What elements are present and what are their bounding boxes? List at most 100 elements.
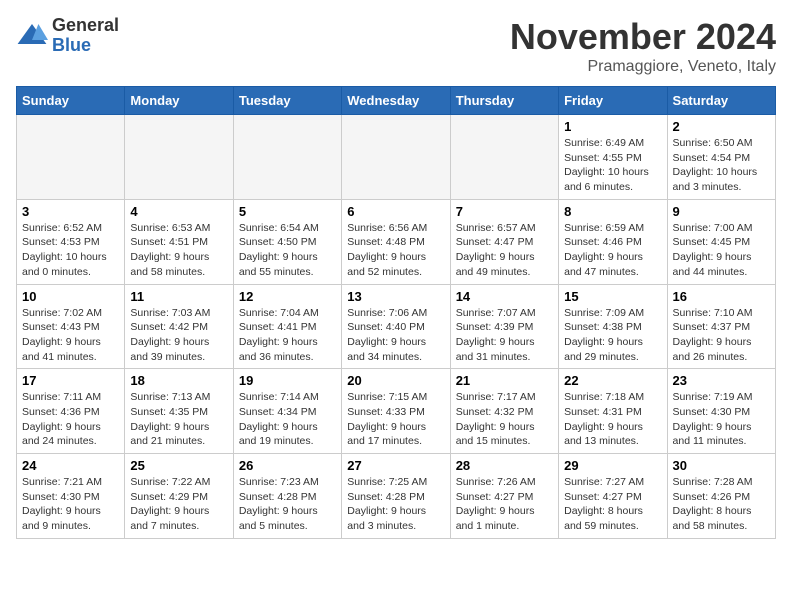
day-info: Sunrise: 6:52 AM Sunset: 4:53 PM Dayligh… xyxy=(22,221,119,280)
calendar-cell xyxy=(17,115,125,200)
day-info: Sunrise: 6:49 AM Sunset: 4:55 PM Dayligh… xyxy=(564,136,661,195)
day-info: Sunrise: 7:04 AM Sunset: 4:41 PM Dayligh… xyxy=(239,306,336,365)
calendar-cell xyxy=(342,115,450,200)
calendar-week-3: 10 Sunrise: 7:02 AM Sunset: 4:43 PM Dayli… xyxy=(17,284,776,369)
day-number: 12 xyxy=(239,289,336,304)
day-number: 20 xyxy=(347,373,444,388)
day-number: 11 xyxy=(130,289,227,304)
day-number: 6 xyxy=(347,204,444,219)
day-number: 18 xyxy=(130,373,227,388)
day-number: 30 xyxy=(673,458,770,473)
calendar-cell: 18 Sunrise: 7:13 AM Sunset: 4:35 PM Dayli… xyxy=(125,369,233,454)
day-info: Sunrise: 6:56 AM Sunset: 4:48 PM Dayligh… xyxy=(347,221,444,280)
calendar-cell: 17 Sunrise: 7:11 AM Sunset: 4:36 PM Dayli… xyxy=(17,369,125,454)
day-number: 16 xyxy=(673,289,770,304)
calendar-cell: 2Sunrise: 6:50 AM Sunset: 4:54 PM Daylig… xyxy=(667,115,775,200)
day-number: 24 xyxy=(22,458,119,473)
calendar-cell: 10 Sunrise: 7:02 AM Sunset: 4:43 PM Dayli… xyxy=(17,284,125,369)
calendar-cell: 11 Sunrise: 7:03 AM Sunset: 4:42 PM Dayli… xyxy=(125,284,233,369)
day-info: Sunrise: 7:18 AM Sunset: 4:31 PM Dayligh… xyxy=(564,390,661,449)
day-number: 29 xyxy=(564,458,661,473)
day-info: Sunrise: 7:21 AM Sunset: 4:30 PM Dayligh… xyxy=(22,475,119,534)
day-info: Sunrise: 7:07 AM Sunset: 4:39 PM Dayligh… xyxy=(456,306,553,365)
day-number: 27 xyxy=(347,458,444,473)
location-subtitle: Pramaggiore, Veneto, Italy xyxy=(510,58,776,76)
weekday-header-saturday: Saturday xyxy=(667,87,775,115)
day-info: Sunrise: 7:03 AM Sunset: 4:42 PM Dayligh… xyxy=(130,306,227,365)
calendar-cell: 25 Sunrise: 7:22 AM Sunset: 4:29 PM Dayli… xyxy=(125,454,233,539)
calendar-cell: 27 Sunrise: 7:25 AM Sunset: 4:28 PM Dayli… xyxy=(342,454,450,539)
calendar-cell: 20 Sunrise: 7:15 AM Sunset: 4:33 PM Dayli… xyxy=(342,369,450,454)
day-number: 15 xyxy=(564,289,661,304)
calendar-week-4: 17 Sunrise: 7:11 AM Sunset: 4:36 PM Dayli… xyxy=(17,369,776,454)
day-info: Sunrise: 7:09 AM Sunset: 4:38 PM Dayligh… xyxy=(564,306,661,365)
weekday-header-monday: Monday xyxy=(125,87,233,115)
calendar-week-1: 1 Sunrise: 6:49 AM Sunset: 4:55 PM Daylig… xyxy=(17,115,776,200)
calendar-cell: 22Sunrise: 7:18 AM Sunset: 4:31 PM Dayli… xyxy=(559,369,667,454)
day-number: 10 xyxy=(22,289,119,304)
calendar-cell: 26Sunrise: 7:23 AM Sunset: 4:28 PM Dayli… xyxy=(233,454,341,539)
calendar-cell: 23 Sunrise: 7:19 AM Sunset: 4:30 PM Dayli… xyxy=(667,369,775,454)
day-info: Sunrise: 7:10 AM Sunset: 4:37 PM Dayligh… xyxy=(673,306,770,365)
calendar-cell: 28 Sunrise: 7:26 AM Sunset: 4:27 PM Dayli… xyxy=(450,454,558,539)
day-number: 13 xyxy=(347,289,444,304)
calendar-cell: 24 Sunrise: 7:21 AM Sunset: 4:30 PM Dayli… xyxy=(17,454,125,539)
logo: General Blue xyxy=(16,16,119,56)
day-info: Sunrise: 7:15 AM Sunset: 4:33 PM Dayligh… xyxy=(347,390,444,449)
day-info: Sunrise: 7:02 AM Sunset: 4:43 PM Dayligh… xyxy=(22,306,119,365)
day-info: Sunrise: 7:17 AM Sunset: 4:32 PM Dayligh… xyxy=(456,390,553,449)
day-info: Sunrise: 7:13 AM Sunset: 4:35 PM Dayligh… xyxy=(130,390,227,449)
day-number: 23 xyxy=(673,373,770,388)
day-number: 1 xyxy=(564,119,661,134)
day-number: 21 xyxy=(456,373,553,388)
calendar-cell: 4Sunrise: 6:53 AM Sunset: 4:51 PM Daylig… xyxy=(125,199,233,284)
calendar-cell: 19 Sunrise: 7:14 AM Sunset: 4:34 PM Dayli… xyxy=(233,369,341,454)
logo-blue-text: Blue xyxy=(52,36,119,56)
calendar-cell: 14Sunrise: 7:07 AM Sunset: 4:39 PM Dayli… xyxy=(450,284,558,369)
day-number: 17 xyxy=(22,373,119,388)
day-info: Sunrise: 7:22 AM Sunset: 4:29 PM Dayligh… xyxy=(130,475,227,534)
day-info: Sunrise: 7:11 AM Sunset: 4:36 PM Dayligh… xyxy=(22,390,119,449)
calendar-body: 1 Sunrise: 6:49 AM Sunset: 4:55 PM Daylig… xyxy=(17,115,776,539)
calendar-cell: 16 Sunrise: 7:10 AM Sunset: 4:37 PM Dayli… xyxy=(667,284,775,369)
calendar-cell: 5 Sunrise: 6:54 AM Sunset: 4:50 PM Daylig… xyxy=(233,199,341,284)
calendar-cell: 8Sunrise: 6:59 AM Sunset: 4:46 PM Daylig… xyxy=(559,199,667,284)
calendar-cell: 15 Sunrise: 7:09 AM Sunset: 4:38 PM Dayli… xyxy=(559,284,667,369)
weekday-header-thursday: Thursday xyxy=(450,87,558,115)
calendar-cell xyxy=(125,115,233,200)
day-number: 5 xyxy=(239,204,336,219)
day-info: Sunrise: 7:28 AM Sunset: 4:26 PM Dayligh… xyxy=(673,475,770,534)
logo-general-text: General xyxy=(52,16,119,36)
weekday-header-sunday: Sunday xyxy=(17,87,125,115)
day-info: Sunrise: 7:25 AM Sunset: 4:28 PM Dayligh… xyxy=(347,475,444,534)
day-info: Sunrise: 6:54 AM Sunset: 4:50 PM Dayligh… xyxy=(239,221,336,280)
calendar-table: SundayMondayTuesdayWednesdayThursdayFrid… xyxy=(16,86,776,539)
month-title: November 2024 xyxy=(510,16,776,58)
day-number: 25 xyxy=(130,458,227,473)
weekday-header-row: SundayMondayTuesdayWednesdayThursdayFrid… xyxy=(17,87,776,115)
day-number: 4 xyxy=(130,204,227,219)
calendar-header: SundayMondayTuesdayWednesdayThursdayFrid… xyxy=(17,87,776,115)
title-block: November 2024 Pramaggiore, Veneto, Italy xyxy=(510,16,776,76)
day-info: Sunrise: 7:19 AM Sunset: 4:30 PM Dayligh… xyxy=(673,390,770,449)
day-info: Sunrise: 6:50 AM Sunset: 4:54 PM Dayligh… xyxy=(673,136,770,195)
day-number: 9 xyxy=(673,204,770,219)
weekday-header-tuesday: Tuesday xyxy=(233,87,341,115)
day-info: Sunrise: 7:26 AM Sunset: 4:27 PM Dayligh… xyxy=(456,475,553,534)
day-info: Sunrise: 7:23 AM Sunset: 4:28 PM Dayligh… xyxy=(239,475,336,534)
day-number: 19 xyxy=(239,373,336,388)
calendar-cell: 21 Sunrise: 7:17 AM Sunset: 4:32 PM Dayli… xyxy=(450,369,558,454)
calendar-cell: 29Sunrise: 7:27 AM Sunset: 4:27 PM Dayli… xyxy=(559,454,667,539)
day-number: 7 xyxy=(456,204,553,219)
day-info: Sunrise: 7:06 AM Sunset: 4:40 PM Dayligh… xyxy=(347,306,444,365)
day-number: 28 xyxy=(456,458,553,473)
calendar-cell: 1 Sunrise: 6:49 AM Sunset: 4:55 PM Daylig… xyxy=(559,115,667,200)
day-info: Sunrise: 7:14 AM Sunset: 4:34 PM Dayligh… xyxy=(239,390,336,449)
calendar-cell xyxy=(233,115,341,200)
calendar-cell: 30 Sunrise: 7:28 AM Sunset: 4:26 PM Dayli… xyxy=(667,454,775,539)
calendar-week-2: 3Sunrise: 6:52 AM Sunset: 4:53 PM Daylig… xyxy=(17,199,776,284)
calendar-cell xyxy=(450,115,558,200)
calendar-cell: 12 Sunrise: 7:04 AM Sunset: 4:41 PM Dayli… xyxy=(233,284,341,369)
logo-icon xyxy=(16,20,48,52)
calendar-week-5: 24 Sunrise: 7:21 AM Sunset: 4:30 PM Dayli… xyxy=(17,454,776,539)
